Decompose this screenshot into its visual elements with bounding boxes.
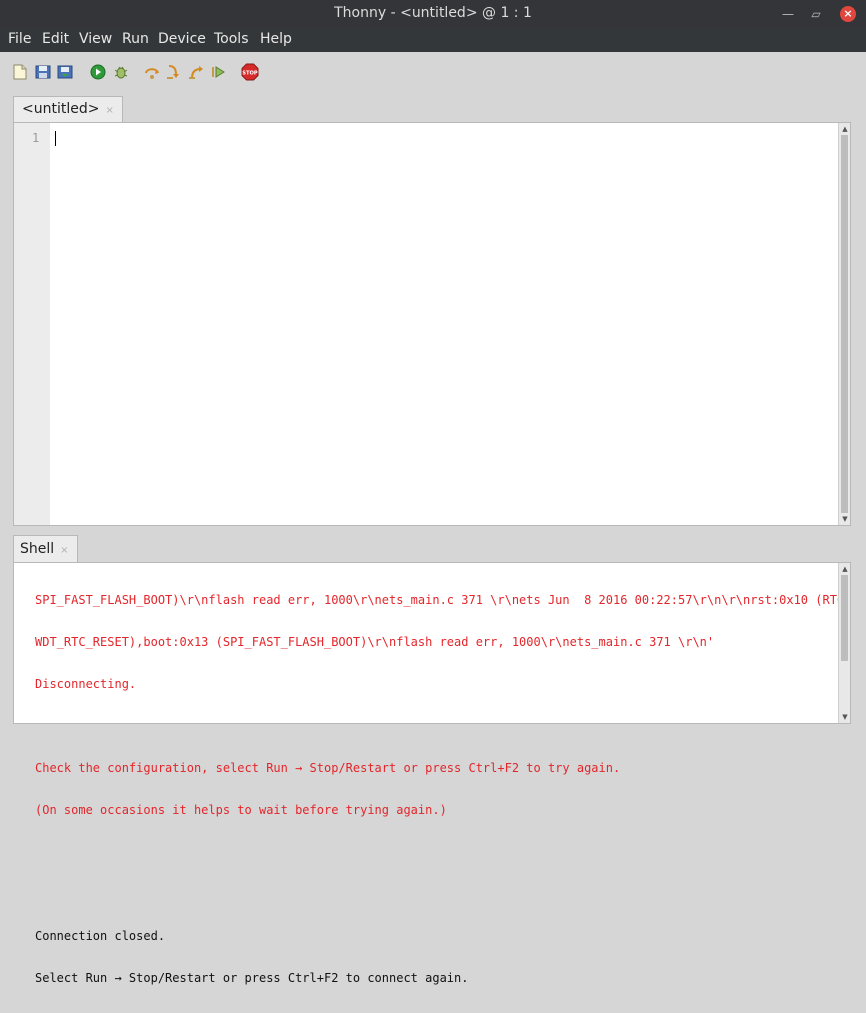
editor-tab-label: <untitled> [22,101,100,117]
svg-text:STOP: STOP [242,70,258,76]
shell-scrollbar[interactable]: ▲ ▼ [838,563,850,723]
step-into-icon[interactable] [166,64,182,80]
tab-close-icon[interactable]: × [60,545,68,556]
tab-shell[interactable]: Shell × [13,535,78,562]
tab-close-icon[interactable]: × [105,105,113,116]
shell-line: WDT_RTC_RESET),boot:0x13 (SPI_FAST_FLASH… [35,635,715,649]
toolbar: STOP [0,52,866,94]
shell-line: SPI_FAST_FLASH_BOOT)\r\nflash read err, … [35,593,845,607]
editor-scrollbar[interactable]: ▲ ▼ [838,123,850,525]
scrollbar-thumb[interactable] [841,135,848,513]
run-icon[interactable] [90,64,106,80]
step-out-icon[interactable] [188,64,204,80]
shell-console[interactable]: SPI_FAST_FLASH_BOOT)\r\nflash read err, … [13,562,851,985]
shell-line: Connection closed. [35,929,166,943]
shell-line: Select Run → Stop/Restart or press Ctrl+… [35,971,469,985]
open-file-icon[interactable] [35,64,51,80]
shell-line: (On some occasions it helps to wait befo… [35,803,447,817]
new-file-icon[interactable] [12,64,28,80]
scroll-up-icon[interactable]: ▲ [840,124,850,134]
stop-icon[interactable]: STOP [241,63,259,81]
close-icon[interactable]: × [840,6,856,22]
code-editor[interactable]: 1 ▲ ▼ [13,122,851,526]
step-over-icon[interactable] [144,64,160,80]
menu-run[interactable]: Run [122,31,149,47]
shell-output: SPI_FAST_FLASH_BOOT)\r\nflash read err, … [35,565,844,1013]
shell-line: Check the configuration, select Run → St… [35,761,621,775]
shell-line: Disconnecting. [35,677,137,691]
menu-bar: File Edit View Run Device Tools Help [0,28,866,52]
menu-tools[interactable]: Tools [214,31,249,47]
line-number-gutter: 1 [14,123,50,525]
scroll-down-icon[interactable]: ▼ [840,514,850,524]
menu-device[interactable]: Device [158,31,206,47]
resume-icon[interactable] [210,64,226,80]
debug-icon[interactable] [113,64,129,80]
shell-tab-label: Shell [20,541,55,557]
menu-file[interactable]: File [8,31,31,47]
tab-untitled[interactable]: <untitled> × [13,96,123,122]
scrollbar-thumb[interactable] [841,575,848,661]
scroll-down-icon[interactable]: ▼ [840,712,850,722]
status-bar [0,728,866,740]
title-bar: Thonny - <untitled> @ 1 : 1 — ▱ × [0,0,866,28]
save-file-icon[interactable] [57,64,73,80]
window-title: Thonny - <untitled> @ 1 : 1 [334,5,532,21]
menu-help[interactable]: Help [260,31,292,47]
menu-edit[interactable]: Edit [42,31,69,47]
minimize-icon[interactable]: — [778,4,798,24]
text-caret [55,131,56,146]
restore-icon[interactable]: ▱ [806,4,826,24]
scroll-up-icon[interactable]: ▲ [840,564,850,574]
line-number: 1 [32,131,40,145]
menu-view[interactable]: View [79,31,112,47]
